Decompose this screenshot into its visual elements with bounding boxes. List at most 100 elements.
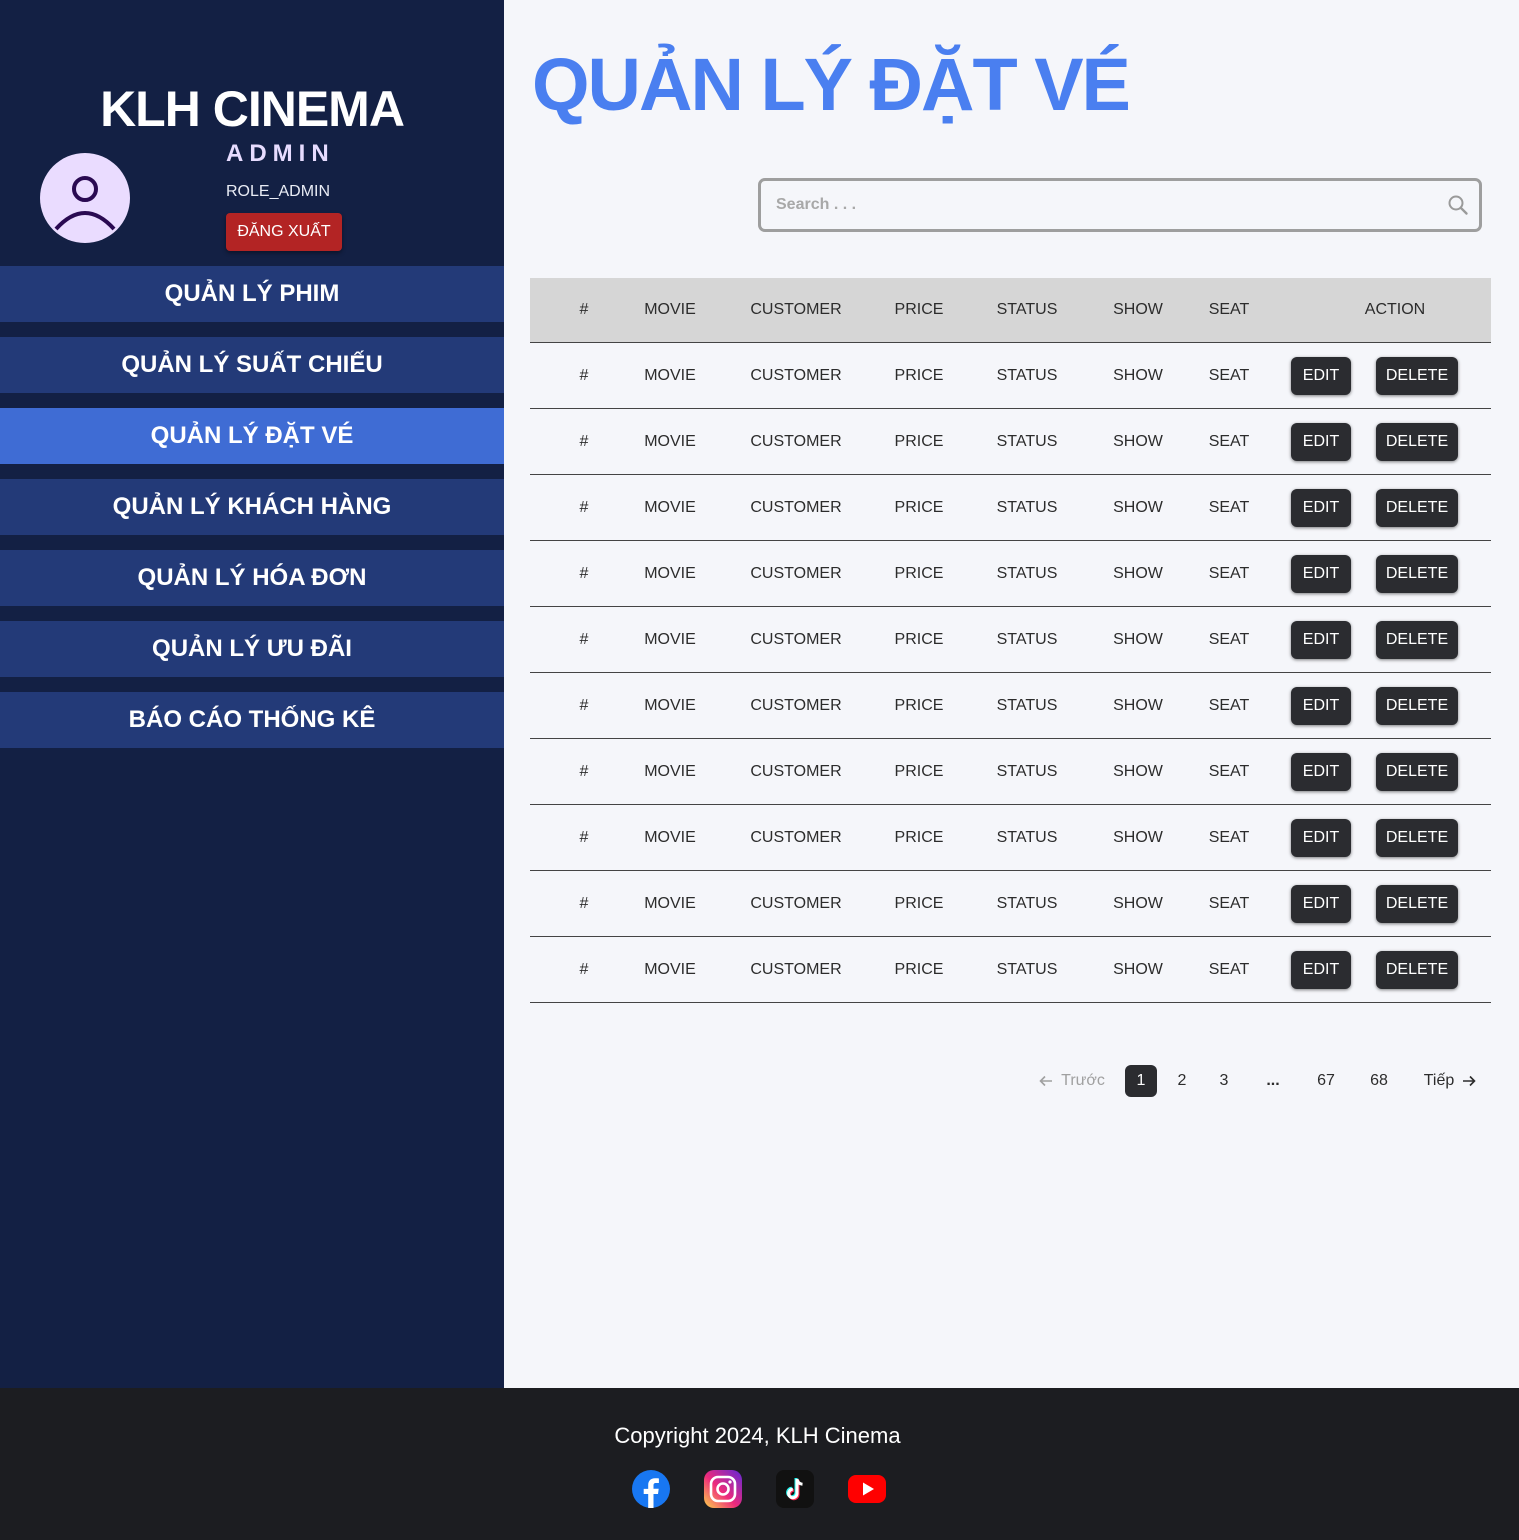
logout-button[interactable]: ĐĂNG XUẤT xyxy=(226,213,342,251)
cell-show: SHOW xyxy=(1113,564,1163,582)
cell-price: PRICE xyxy=(894,630,944,648)
cell-seat: SEAT xyxy=(1208,498,1250,516)
cell-customer: CUSTOMER xyxy=(750,762,842,780)
pagination-page-3[interactable]: 3 xyxy=(1208,1065,1240,1097)
delete-button[interactable]: DELETE xyxy=(1376,819,1458,857)
nav-item-customers[interactable]: QUẢN LÝ KHÁCH HÀNG xyxy=(0,479,504,535)
cell-customer: CUSTOMER xyxy=(750,894,842,912)
cell-price: PRICE xyxy=(894,696,944,714)
delete-button[interactable]: DELETE xyxy=(1376,687,1458,725)
cell-movie: MOVIE xyxy=(644,498,696,516)
table-row: # MOVIE CUSTOMER PRICE STATUS SHOW SEAT EDIT DEL… xyxy=(530,739,1491,805)
cell-customer: CUSTOMER xyxy=(750,432,842,450)
instagram-icon[interactable] xyxy=(703,1469,743,1509)
edit-button[interactable]: EDIT xyxy=(1291,621,1351,659)
pagination-page-2[interactable]: 2 xyxy=(1166,1065,1198,1097)
sidebar: KLH CINEMA ADMIN ROLE_ADMIN ĐĂNG XUẤT QU… xyxy=(0,0,504,1388)
cell-index: # xyxy=(579,432,589,450)
cell-index: # xyxy=(579,828,589,846)
pagination-ellipsis: ... xyxy=(1266,1072,1280,1089)
cell-customer: CUSTOMER xyxy=(750,960,842,978)
edit-button[interactable]: EDIT xyxy=(1291,885,1351,923)
cell-movie: MOVIE xyxy=(644,894,696,912)
delete-button[interactable]: DELETE xyxy=(1376,885,1458,923)
delete-button[interactable]: DELETE xyxy=(1376,489,1458,527)
cell-seat: SEAT xyxy=(1208,366,1250,384)
edit-button[interactable]: EDIT xyxy=(1291,423,1351,461)
cell-index: # xyxy=(579,762,589,780)
page-title: QUẢN LÝ ĐẶT VÉ xyxy=(532,43,1131,126)
cell-seat: SEAT xyxy=(1208,960,1250,978)
nav-item-promotions[interactable]: QUẢN LÝ ƯU ĐÃI xyxy=(0,621,504,677)
edit-button[interactable]: EDIT xyxy=(1291,819,1351,857)
cell-show: SHOW xyxy=(1113,366,1163,384)
cell-index: # xyxy=(579,630,589,648)
cell-index: # xyxy=(579,498,589,516)
search-icon[interactable] xyxy=(1447,194,1469,216)
youtube-icon[interactable] xyxy=(847,1469,887,1509)
delete-button[interactable]: DELETE xyxy=(1376,357,1458,395)
user-role: ROLE_ADMIN xyxy=(226,183,331,200)
cell-movie: MOVIE xyxy=(644,564,696,582)
edit-button[interactable]: EDIT xyxy=(1291,753,1351,791)
edit-button[interactable]: EDIT xyxy=(1291,357,1351,395)
cell-show: SHOW xyxy=(1113,762,1163,780)
cell-price: PRICE xyxy=(894,894,944,912)
cell-price: PRICE xyxy=(894,366,944,384)
header-price: PRICE xyxy=(894,301,944,318)
footer: Copyright 2024, KLH Cinema xyxy=(0,1388,1519,1540)
cell-show: SHOW xyxy=(1113,894,1163,912)
cell-status: STATUS xyxy=(996,894,1058,912)
pagination-page-67[interactable]: 67 xyxy=(1310,1065,1342,1097)
table-row: # MOVIE CUSTOMER PRICE STATUS SHOW SEAT EDIT DEL… xyxy=(530,937,1491,1003)
pagination-prev[interactable]: Trước xyxy=(1036,1065,1108,1097)
pagination-prev-label: Trước xyxy=(1061,1072,1105,1089)
cell-seat: SEAT xyxy=(1208,828,1250,846)
cell-customer: CUSTOMER xyxy=(750,696,842,714)
nav-item-showtimes[interactable]: QUẢN LÝ SUẤT CHIẾU xyxy=(0,337,504,393)
cell-status: STATUS xyxy=(996,762,1058,780)
table-row: # MOVIE CUSTOMER PRICE STATUS SHOW SEAT EDIT DEL… xyxy=(530,871,1491,937)
table-row: # MOVIE CUSTOMER PRICE STATUS SHOW SEAT EDIT DEL… xyxy=(530,409,1491,475)
nav-item-reports[interactable]: BÁO CÁO THỐNG KÊ xyxy=(0,692,504,748)
delete-button[interactable]: DELETE xyxy=(1376,621,1458,659)
nav-item-movies[interactable]: QUẢN LÝ PHIM xyxy=(0,266,504,322)
delete-button[interactable]: DELETE xyxy=(1376,555,1458,593)
bookings-table: # MOVIE CUSTOMER PRICE STATUS SHOW SEAT … xyxy=(530,278,1491,1003)
edit-button[interactable]: EDIT xyxy=(1291,489,1351,527)
cell-price: PRICE xyxy=(894,828,944,846)
pagination-page-1[interactable]: 1 xyxy=(1125,1065,1157,1097)
search-input[interactable] xyxy=(761,181,1421,229)
cell-show: SHOW xyxy=(1113,630,1163,648)
edit-button[interactable]: EDIT xyxy=(1291,555,1351,593)
edit-button[interactable]: EDIT xyxy=(1291,687,1351,725)
tiktok-icon[interactable] xyxy=(775,1469,815,1509)
header-status: STATUS xyxy=(996,301,1058,318)
table-row: # MOVIE CUSTOMER PRICE STATUS SHOW SEAT EDIT DEL… xyxy=(530,541,1491,607)
delete-button[interactable]: DELETE xyxy=(1376,951,1458,989)
cell-seat: SEAT xyxy=(1208,564,1250,582)
table-body: # MOVIE CUSTOMER PRICE STATUS SHOW SEAT EDIT DEL… xyxy=(530,343,1491,1003)
facebook-icon[interactable] xyxy=(631,1469,671,1509)
cell-customer: CUSTOMER xyxy=(750,630,842,648)
cell-show: SHOW xyxy=(1113,432,1163,450)
cell-movie: MOVIE xyxy=(644,432,696,450)
cell-price: PRICE xyxy=(894,564,944,582)
delete-button[interactable]: DELETE xyxy=(1376,423,1458,461)
cell-seat: SEAT xyxy=(1208,762,1250,780)
nav-item-invoices[interactable]: QUẢN LÝ HÓA ĐƠN xyxy=(0,550,504,606)
delete-button[interactable]: DELETE xyxy=(1376,753,1458,791)
cell-index: # xyxy=(579,894,589,912)
cell-show: SHOW xyxy=(1113,960,1163,978)
edit-button[interactable]: EDIT xyxy=(1291,951,1351,989)
pagination-page-68[interactable]: 68 xyxy=(1363,1065,1395,1097)
header-seat: SEAT xyxy=(1208,301,1250,318)
cell-movie: MOVIE xyxy=(644,828,696,846)
cell-index: # xyxy=(579,960,589,978)
cell-customer: CUSTOMER xyxy=(750,564,842,582)
cell-seat: SEAT xyxy=(1208,432,1250,450)
pagination-next[interactable]: Tiếp xyxy=(1420,1065,1480,1097)
nav-item-bookings[interactable]: QUẢN LÝ ĐẶT VÉ xyxy=(0,408,504,464)
cell-status: STATUS xyxy=(996,498,1058,516)
pagination-next-label: Tiếp xyxy=(1423,1072,1455,1089)
